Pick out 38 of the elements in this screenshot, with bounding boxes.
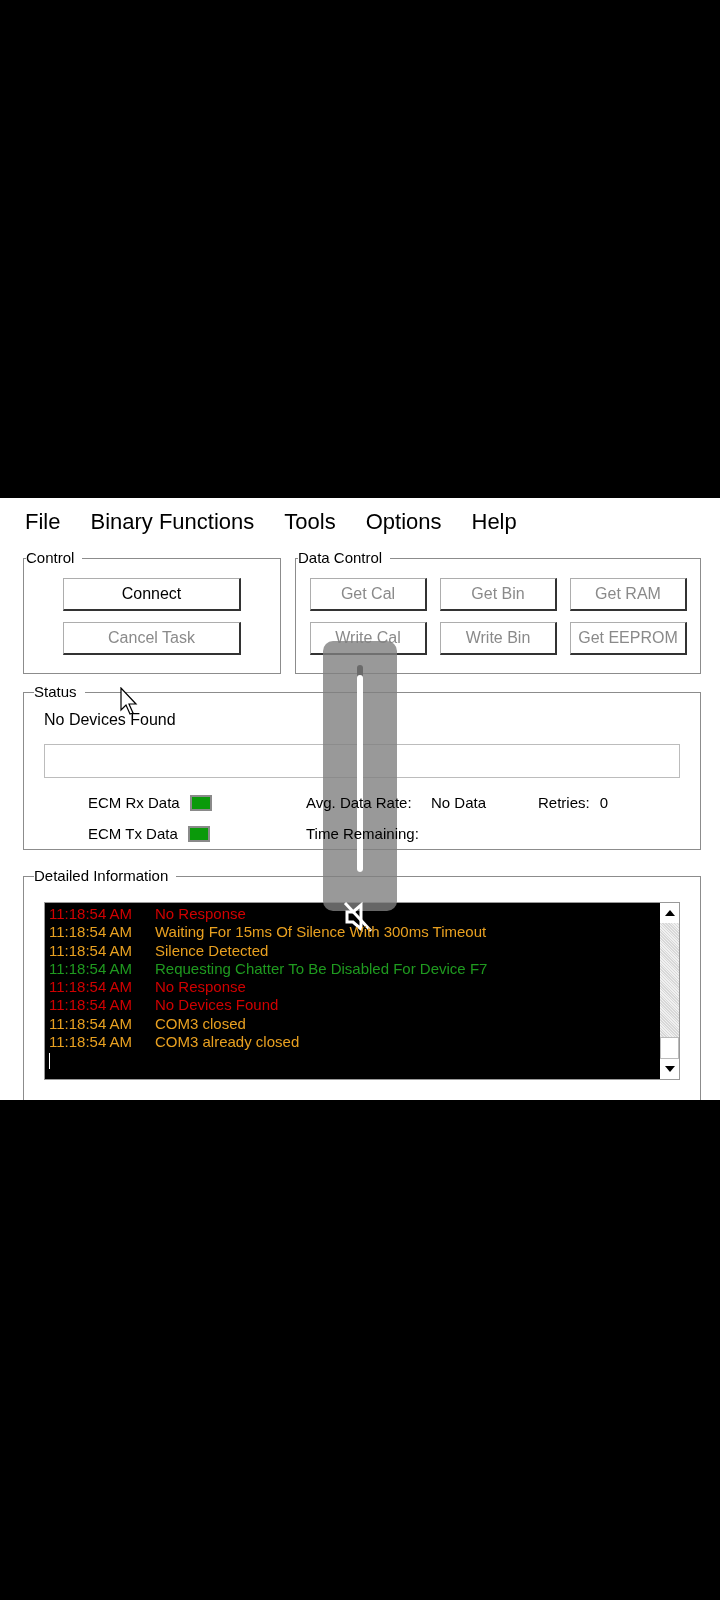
text-caret [49, 1053, 50, 1070]
scrollbar[interactable] [660, 903, 679, 1079]
log-time: 11:18:54 AM [49, 905, 134, 924]
menu-item[interactable]: Options [365, 508, 442, 546]
field-label: Retries: [538, 793, 590, 813]
log-time: 11:18:54 AM [49, 996, 134, 1015]
log-time: 11:18:54 AM [49, 959, 134, 979]
group-title: Status [34, 683, 77, 700]
scroll-down-icon[interactable] [660, 1059, 679, 1079]
menu-item[interactable]: File [25, 508, 61, 546]
log-message: Silence Detected [155, 941, 269, 960]
status-message: No Devices Found [44, 710, 177, 730]
scroll-thumb[interactable] [660, 1037, 679, 1059]
indicator-label: ECM Rx Data [88, 793, 180, 813]
menu-item[interactable]: Tools [284, 508, 336, 546]
field-value: No Data [431, 793, 488, 813]
action-button[interactable]: Connect [63, 578, 241, 611]
log-time: 11:18:54 AM [49, 1014, 134, 1034]
log-time: 11:18:54 AM [49, 923, 134, 942]
group-title: Control [26, 549, 75, 566]
menu-item[interactable]: Binary Functions [90, 508, 255, 546]
group-title: Detailed Information [34, 867, 169, 884]
log-message: Requesting Chatter To Be Disabled For Device F7 [155, 959, 488, 979]
log-time: 11:18:54 AM [49, 978, 134, 997]
menu-item[interactable]: Help [471, 508, 517, 546]
cursor-icon [120, 687, 140, 715]
log-message: COM3 already closed [155, 1033, 300, 1052]
field-value: 0 [599, 793, 609, 813]
indicator-label: ECM Tx Data [88, 823, 178, 844]
log-message: No Response [155, 978, 246, 997]
group-title: Data Control [298, 549, 383, 566]
log-message: Waiting For 15ms Of Silence With 300ms Timeout [155, 923, 487, 942]
scroll-up-icon[interactable] [660, 903, 679, 923]
log-message: No Devices Found [155, 996, 279, 1015]
log-message: No Response [155, 905, 246, 924]
log-time: 11:18:54 AM [49, 941, 134, 960]
log-time: 11:18:54 AM [49, 1033, 134, 1052]
log-message: COM3 closed [155, 1014, 246, 1034]
